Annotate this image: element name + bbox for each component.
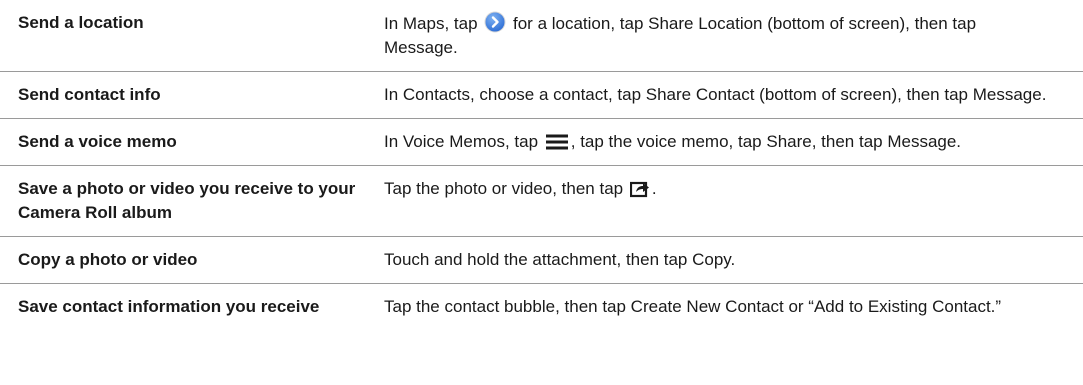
description-text: Tap the contact bubble, then tap Create … (384, 297, 1002, 316)
description-text: In Contacts, choose a contact, tap Share… (384, 85, 1047, 104)
description-text: Tap the photo or video, then tap (384, 179, 628, 198)
task-label: Send contact info (0, 71, 370, 119)
detail-disclosure-arrow-icon (484, 11, 506, 33)
description-text: , tap the voice memo, tap Share, then ta… (570, 132, 962, 151)
action-share-icon (629, 180, 650, 198)
description-text: In Maps, tap (384, 14, 483, 33)
list-icon (545, 133, 569, 151)
task-description: Tap the contact bubble, then tap Create … (370, 284, 1083, 331)
task-description: In Maps, tap for a location, tap Share L… (370, 0, 1083, 72)
table-row: Send a voice memo In Voice Memos, tap , … (0, 118, 1083, 166)
task-label: Save contact information you receive (18, 297, 320, 316)
task-label: Copy a photo or video (0, 236, 370, 284)
description-text: . (651, 179, 657, 198)
task-label: Save a photo or video you receive to you… (0, 165, 370, 237)
task-description: In Voice Memos, tap , tap the voice memo… (370, 118, 1083, 166)
task-description: Touch and hold the attachment, then tap … (370, 236, 1083, 284)
task-description: In Contacts, choose a contact, tap Share… (370, 71, 1083, 119)
description-text: In Voice Memos, tap (384, 132, 543, 151)
table-row: Save contact information you receive Tap… (0, 284, 1083, 331)
table-row: Save a photo or video you receive to you… (0, 165, 1083, 237)
task-description: Tap the photo or video, then tap . (370, 165, 1083, 237)
description-text: Touch and hold the attachment, then tap … (384, 250, 736, 269)
table-row: Copy a photo or video Touch and hold the… (0, 236, 1083, 284)
task-label: Send a voice memo (0, 118, 370, 166)
task-table: Send a location In Maps, tap for a locat… (0, 0, 1083, 330)
table-row: Send contact info In Contacts, choose a … (0, 71, 1083, 119)
table-row: Send a location In Maps, tap for a locat… (0, 0, 1083, 72)
task-label: Send a location (0, 0, 370, 72)
